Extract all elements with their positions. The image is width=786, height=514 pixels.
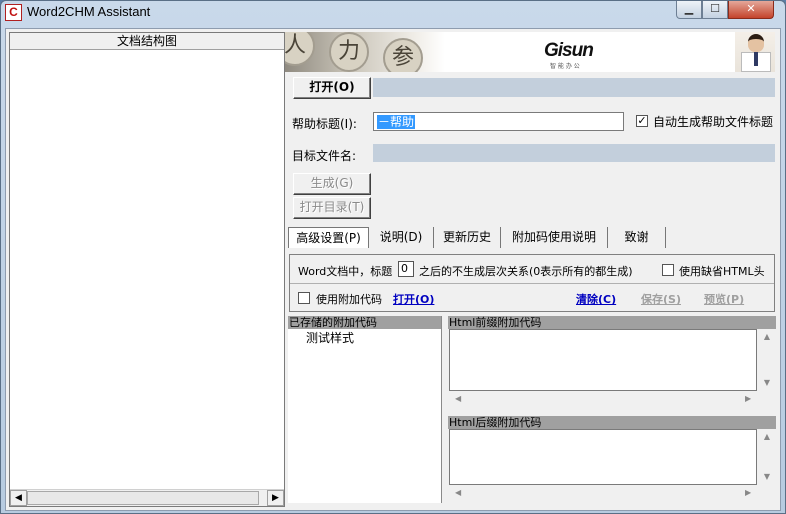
scroll-right-icon[interactable]: ▶ [267, 490, 284, 506]
window-title: Word2CHM Assistant [27, 4, 151, 19]
scroll-down-icon[interactable]: ▼ [760, 472, 774, 481]
close-button[interactable]: ✕ [728, 1, 774, 19]
list-item[interactable]: 测试样式 [306, 329, 354, 346]
default-html-head-checkbox[interactable] [662, 264, 674, 276]
tab-description[interactable]: 说明(D) [369, 227, 434, 248]
doc-structure-tree[interactable]: 文档结构图 ◀ ▶ [9, 32, 285, 507]
doc-structure-header: 文档结构图 [10, 33, 284, 50]
advanced-settings-panel: Word文档中，标题 0 之后的不生成层次关系(0表示所有的都生成) 使用缺省H… [289, 254, 775, 312]
tab-strip: 高级设置(P) 说明(D) 更新历史 附加码使用说明 致谢 [288, 227, 776, 248]
chess-piece: 参 [383, 38, 423, 72]
maximize-button[interactable]: ☐ [702, 1, 728, 19]
help-title-value: －帮助 [377, 115, 416, 129]
scroll-left-icon[interactable]: ◀ [455, 488, 461, 500]
gisun-logo-subtitle: 智 能 办 公 [550, 63, 580, 70]
heading-level-suffix: 之后的不生成层次关系(0表示所有的都生成) [419, 265, 633, 278]
saved-code-list[interactable]: 已存储的附加代码 测试样式 [288, 316, 442, 503]
tab-extra-code-help[interactable]: 附加码使用说明 [501, 227, 608, 248]
saved-code-header: 已存储的附加代码 [288, 316, 441, 329]
open-button[interactable]: 打开(O) [293, 77, 371, 99]
app-window: C Word2CHM Assistant ▁ ☐ ✕ 文档结构图 ◀ ▶ 人 力… [0, 0, 786, 514]
suffix-code-editor[interactable] [449, 429, 757, 485]
preview-link[interactable]: 预览(P) [704, 291, 744, 307]
scroll-left-icon[interactable]: ◀ [10, 490, 27, 506]
clear-link[interactable]: 清除(C) [576, 291, 616, 307]
use-extra-code-label[interactable]: 使用附加代码 [316, 291, 382, 307]
title-bar[interactable]: C Word2CHM Assistant ▁ ☐ ✕ [1, 1, 785, 25]
default-html-head-label[interactable]: 使用缺省HTML头 [679, 263, 765, 279]
source-file-field[interactable] [373, 78, 775, 97]
scroll-left-icon[interactable]: ◀ [455, 394, 461, 406]
auto-title-checkbox[interactable]: ✓ [636, 115, 648, 127]
chess-piece: 力 [329, 32, 369, 72]
minimize-button[interactable]: ▁ [676, 1, 702, 19]
generate-button[interactable]: 生成(G) [293, 173, 371, 195]
chess-pieces-graphic: 人 力 参 [285, 32, 445, 72]
prefix-code-header: Html前缀附加代码 [448, 316, 776, 329]
help-title-label: 帮助标题(I): [292, 117, 357, 131]
prefix-code-editor[interactable] [449, 329, 757, 391]
client-area: 文档结构图 ◀ ▶ 人 力 参 Gisun 智 能 办 公 打开(O) 帮助标题… [5, 28, 781, 511]
suffix-code-header: Html后缀附加代码 [448, 416, 776, 429]
heading-level-prefix: Word文档中，标题 [298, 265, 393, 278]
scroll-down-icon[interactable]: ▼ [760, 378, 774, 387]
open-toc-button[interactable]: 打开目录(T) [293, 197, 371, 219]
tab-advanced-settings[interactable]: 高级设置(P) [288, 227, 369, 248]
heading-level-input[interactable]: 0 [398, 261, 414, 277]
help-title-input[interactable]: －帮助 [373, 112, 624, 131]
divider [290, 283, 774, 284]
code-editors: Html前缀附加代码 ▲ ▼ ◀ ▶ Html后缀附加代码 ▲ ▼ ◀ ▶ [447, 316, 776, 503]
scroll-right-icon[interactable]: ▶ [745, 488, 751, 500]
app-icon: C [5, 4, 22, 21]
target-file-field[interactable] [373, 144, 775, 162]
open-code-link[interactable]: 打开(O) [393, 291, 434, 307]
tree-horizontal-scrollbar[interactable]: ◀ ▶ [10, 489, 284, 506]
banner-image: 人 力 参 Gisun 智 能 办 公 [285, 32, 775, 72]
auto-title-label[interactable]: 自动生成帮助文件标题 [653, 113, 773, 130]
businessman-graphic [735, 32, 775, 72]
target-file-label: 目标文件名: [292, 149, 357, 163]
scroll-right-icon[interactable]: ▶ [745, 394, 751, 406]
tab-acknowledgements[interactable]: 致谢 [608, 227, 666, 248]
use-extra-code-checkbox[interactable] [298, 292, 310, 304]
chess-piece: 人 [285, 32, 315, 66]
gisun-logo: Gisun [544, 40, 594, 61]
scroll-up-icon[interactable]: ▲ [760, 432, 774, 441]
scroll-up-icon[interactable]: ▲ [760, 332, 774, 341]
save-link[interactable]: 保存(S) [641, 291, 681, 307]
tab-update-history[interactable]: 更新历史 [434, 227, 501, 248]
scrollbar-thumb[interactable] [27, 491, 259, 505]
